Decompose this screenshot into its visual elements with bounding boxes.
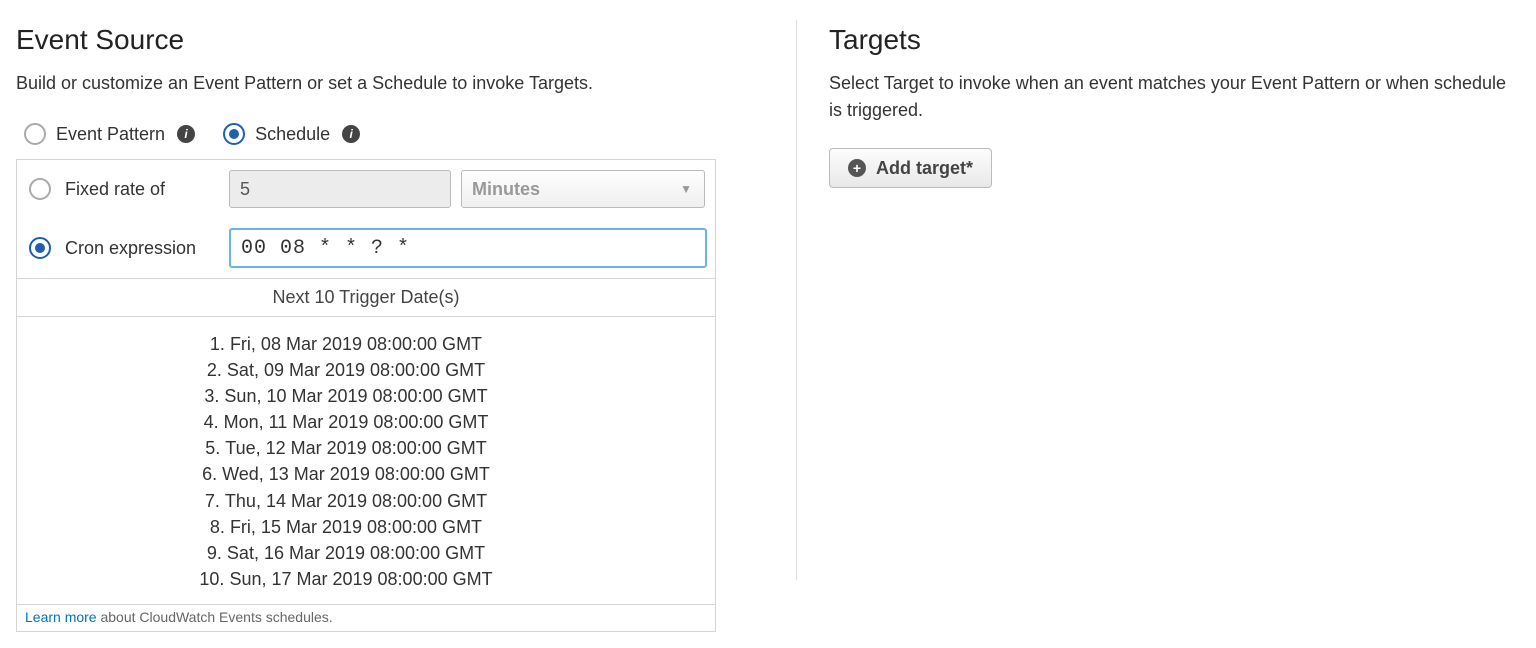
trigger-dates-header: Next 10 Trigger Date(s) [17,278,715,317]
plus-circle-icon: + [848,159,866,177]
trigger-date-item: Fri, 15 Mar 2019 08:00:00 GMT [17,514,675,540]
radio-icon [24,123,46,145]
radio-icon [223,123,245,145]
cron-expression-input[interactable] [229,228,707,268]
trigger-date-item: Mon, 11 Mar 2019 08:00:00 GMT [17,409,675,435]
fixed-rate-row: Fixed rate of Minutes ▼ [17,160,715,218]
info-icon[interactable]: i [342,125,360,143]
fixed-rate-unit-selected: Minutes [472,179,540,200]
trigger-date-item: Thu, 14 Mar 2019 08:00:00 GMT [17,488,675,514]
mode-schedule-radio[interactable]: Schedule i [223,123,360,145]
trigger-date-item: Sun, 10 Mar 2019 08:00:00 GMT [17,383,675,409]
cron-radio[interactable] [29,237,51,259]
targets-title: Targets [829,24,1520,56]
source-mode-radio-group: Event Pattern i Schedule i [16,121,756,159]
info-icon[interactable]: i [177,125,195,143]
vertical-divider [796,20,797,580]
schedule-config-box: Fixed rate of Minutes ▼ Cron expression [16,159,716,632]
trigger-dates-list: Fri, 08 Mar 2019 08:00:00 GMTSat, 09 Mar… [17,331,715,592]
event-source-title: Event Source [16,24,756,56]
cron-row: Cron expression [17,218,715,278]
fixed-rate-radio[interactable] [29,178,51,200]
mode-event-pattern-radio[interactable]: Event Pattern i [24,123,195,145]
chevron-down-icon: ▼ [680,182,692,196]
footer-trailing-text: about CloudWatch Events schedules. [97,609,333,625]
fixed-rate-unit-select[interactable]: Minutes ▼ [461,170,705,208]
fixed-rate-value-input[interactable] [229,170,451,208]
mode-schedule-label: Schedule [255,124,330,145]
add-target-button-label: Add target* [876,158,973,179]
learn-more-link[interactable]: Learn more [25,609,97,625]
targets-description: Select Target to invoke when an event ma… [829,70,1520,124]
trigger-date-item: Wed, 13 Mar 2019 08:00:00 GMT [17,461,675,487]
fixed-rate-label: Fixed rate of [65,179,215,200]
add-target-button[interactable]: + Add target* [829,148,992,188]
trigger-date-item: Sun, 17 Mar 2019 08:00:00 GMT [17,566,675,592]
trigger-date-item: Sat, 09 Mar 2019 08:00:00 GMT [17,357,675,383]
schedule-footer: Learn more about CloudWatch Events sched… [17,604,715,631]
trigger-date-item: Sat, 16 Mar 2019 08:00:00 GMT [17,540,675,566]
event-source-description: Build or customize an Event Pattern or s… [16,70,756,97]
trigger-date-item: Tue, 12 Mar 2019 08:00:00 GMT [17,435,675,461]
trigger-date-item: Fri, 08 Mar 2019 08:00:00 GMT [17,331,675,357]
mode-event-pattern-label: Event Pattern [56,124,165,145]
cron-label: Cron expression [65,238,215,259]
